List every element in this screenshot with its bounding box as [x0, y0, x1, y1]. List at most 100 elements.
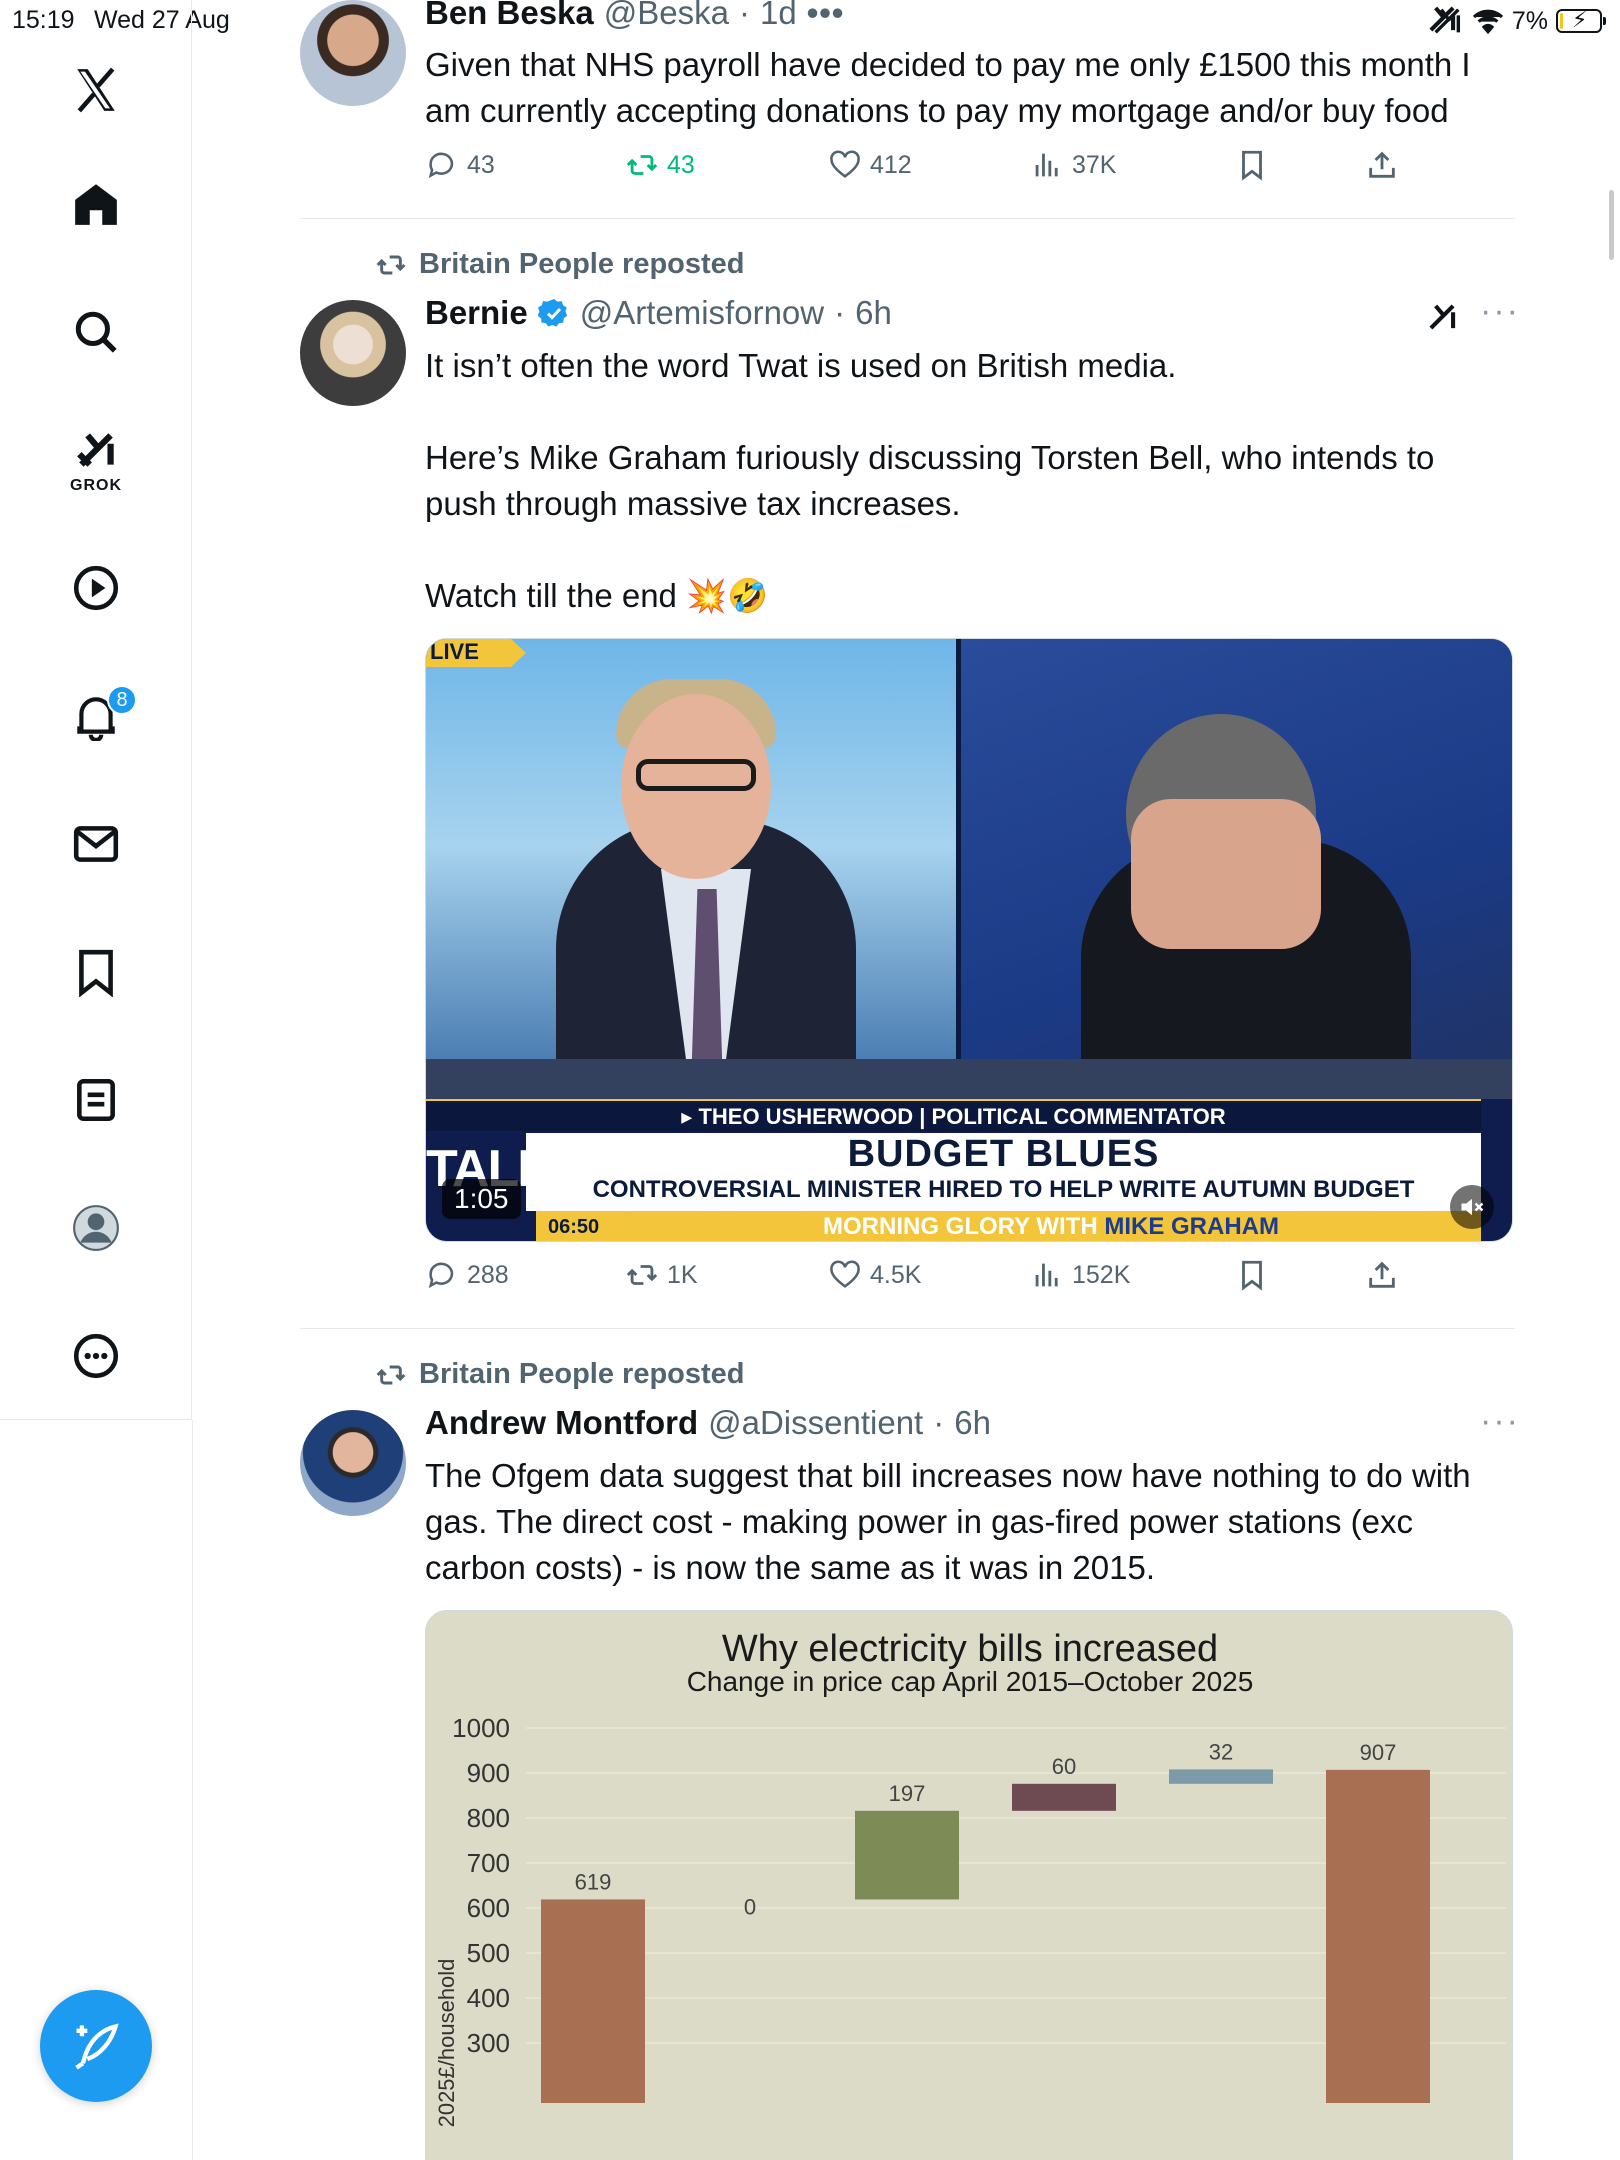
display-name[interactable]: Andrew Montford — [425, 1404, 698, 1442]
repost-button[interactable]: 1K — [625, 1258, 698, 1292]
display-name[interactable]: Ben Beska — [425, 0, 594, 32]
views-count: 152K — [1072, 1260, 1131, 1289]
lists-icon[interactable] — [60, 1064, 132, 1136]
chart-bar — [1169, 1769, 1273, 1784]
show-host: MIKE GRAHAM — [1104, 1213, 1279, 1240]
tweet-time[interactable]: 1d — [760, 0, 797, 32]
dot-separator: · — [738, 0, 750, 31]
bookmarks-icon[interactable] — [60, 936, 132, 1008]
views-icon — [1035, 153, 1058, 177]
heart-icon — [830, 150, 860, 178]
more-options-icon[interactable]: ··· — [1480, 292, 1520, 331]
avatar[interactable] — [300, 0, 406, 106]
handle[interactable]: @Beska — [604, 0, 729, 32]
dot-separator: · — [933, 1404, 945, 1441]
mute-button[interactable] — [1450, 1185, 1494, 1229]
reply-icon — [428, 1262, 454, 1289]
broadcast-clock: 06:50 — [536, 1211, 636, 1241]
more-dots-icon[interactable]: ••• — [807, 0, 845, 32]
reply-button[interactable]: 43 — [425, 148, 495, 182]
wifi-icon — [1472, 9, 1503, 35]
search-icon[interactable] — [60, 296, 132, 368]
scrollbar[interactable] — [1609, 190, 1614, 260]
chart-image[interactable]: Why electricity bills increased Change i… — [425, 1610, 1513, 2160]
share-button[interactable] — [1365, 1258, 1399, 1292]
video-subheadline: CONTROVERSIAL MINISTER HIRED TO HELP WRI… — [592, 1176, 1415, 1203]
bar-value-label: 32 — [1209, 1739, 1233, 1764]
bar-value-label: 60 — [1052, 1754, 1076, 1779]
avatar[interactable] — [300, 1410, 406, 1516]
display-name[interactable]: Bernie — [425, 294, 528, 332]
tweet-header: Bernie @Artemisfornow · 6h — [425, 294, 892, 332]
repost-context[interactable]: Britain People reposted — [375, 1358, 745, 1391]
reply-icon — [428, 152, 454, 179]
avatar[interactable] — [300, 300, 406, 406]
share-icon — [1369, 1261, 1395, 1288]
show-name: MORNING GLORY WITH — [823, 1213, 1105, 1240]
chart-bar — [1326, 1769, 1430, 2103]
profile-icon[interactable] — [60, 1192, 132, 1264]
live-tag: LIVE — [426, 639, 526, 667]
y-tick-label: 400 — [467, 1983, 510, 2013]
reply-button[interactable]: 288 — [425, 1258, 509, 1292]
compose-button[interactable] — [40, 1990, 152, 2102]
bar-value-label: 0 — [744, 1894, 756, 1919]
compose-icon — [75, 2023, 119, 2070]
tweet-text: Given that NHS payroll have decided to p… — [425, 46, 1480, 129]
video-icon[interactable] — [60, 552, 132, 624]
home-icon[interactable] — [60, 168, 132, 240]
like-button[interactable]: 412 — [828, 148, 912, 182]
repost-context[interactable]: Britain People reposted — [375, 248, 745, 281]
grok-icon[interactable] — [60, 414, 132, 486]
share-button[interactable] — [1365, 148, 1399, 182]
views-button[interactable]: 152K — [1030, 1258, 1130, 1292]
video-player[interactable]: LIVE ▸ THEO USHERWOOD | POLITICAL COMMEN… — [425, 638, 1513, 1242]
divider — [300, 1328, 1515, 1329]
grok-icon[interactable] — [1423, 298, 1461, 336]
chart-bar — [1012, 1783, 1116, 1811]
divider — [300, 218, 1515, 219]
tweet-text: It isn’t often the word Twat is used on … — [425, 347, 1435, 614]
repost-button[interactable]: 43 — [625, 148, 695, 182]
messages-icon[interactable] — [60, 808, 132, 880]
like-button[interactable]: 4.5K — [828, 1258, 921, 1292]
like-count: 4.5K — [870, 1260, 922, 1289]
x-logo-icon[interactable] — [60, 54, 132, 126]
repost-icon — [376, 255, 406, 274]
handle[interactable]: @Artemisfornow — [580, 294, 824, 332]
like-count: 412 — [870, 150, 912, 179]
y-tick-label: 1000 — [452, 1713, 510, 1743]
bar-value-label: 907 — [1360, 1740, 1397, 1765]
tweet-time[interactable]: 6h — [855, 294, 892, 332]
bookmark-icon — [1242, 1260, 1262, 1291]
bar-value-label: 197 — [889, 1781, 926, 1806]
bar-value-label: 619 — [575, 1869, 612, 1894]
y-tick-label: 800 — [467, 1803, 510, 1833]
heart-icon — [830, 1260, 860, 1288]
video-headline: BUDGET BLUES — [847, 1133, 1160, 1175]
y-tick-label: 300 — [467, 2028, 510, 2058]
show-strip: MORNING GLORY WITH MIKE GRAHAM — [621, 1211, 1481, 1241]
grok-icon[interactable] — [1423, 0, 1461, 38]
handle[interactable]: @aDissentient — [708, 1404, 923, 1442]
bookmark-icon — [1242, 150, 1262, 181]
dot-separator: · — [834, 294, 846, 331]
battery-percent: 7% — [1511, 6, 1548, 35]
bookmark-button[interactable] — [1235, 1258, 1269, 1292]
views-button[interactable]: 37K — [1030, 148, 1116, 182]
views-count: 37K — [1072, 150, 1117, 179]
more-options-icon[interactable]: ··· — [1480, 1402, 1520, 1441]
tweet-time[interactable]: 6h — [954, 1404, 991, 1442]
bookmark-button[interactable] — [1235, 148, 1269, 182]
repost-count: 1K — [667, 1260, 698, 1289]
y-tick-label: 600 — [467, 1893, 510, 1923]
y-tick-label: 700 — [467, 1848, 510, 1878]
repost-label: Britain People reposted — [419, 248, 745, 280]
more-icon[interactable] — [60, 1320, 132, 1392]
video-frame-left — [426, 639, 956, 1109]
video-duration: 1:05 — [442, 1179, 521, 1219]
battery-icon: ⚡ — [1556, 7, 1606, 33]
muted-speaker-icon — [1461, 1198, 1484, 1216]
tweet-header: Andrew Montford @aDissentient · 6h — [425, 1404, 991, 1442]
headline-box: BUDGET BLUES CONTROVERSIAL MINISTER HIRE… — [526, 1133, 1481, 1211]
